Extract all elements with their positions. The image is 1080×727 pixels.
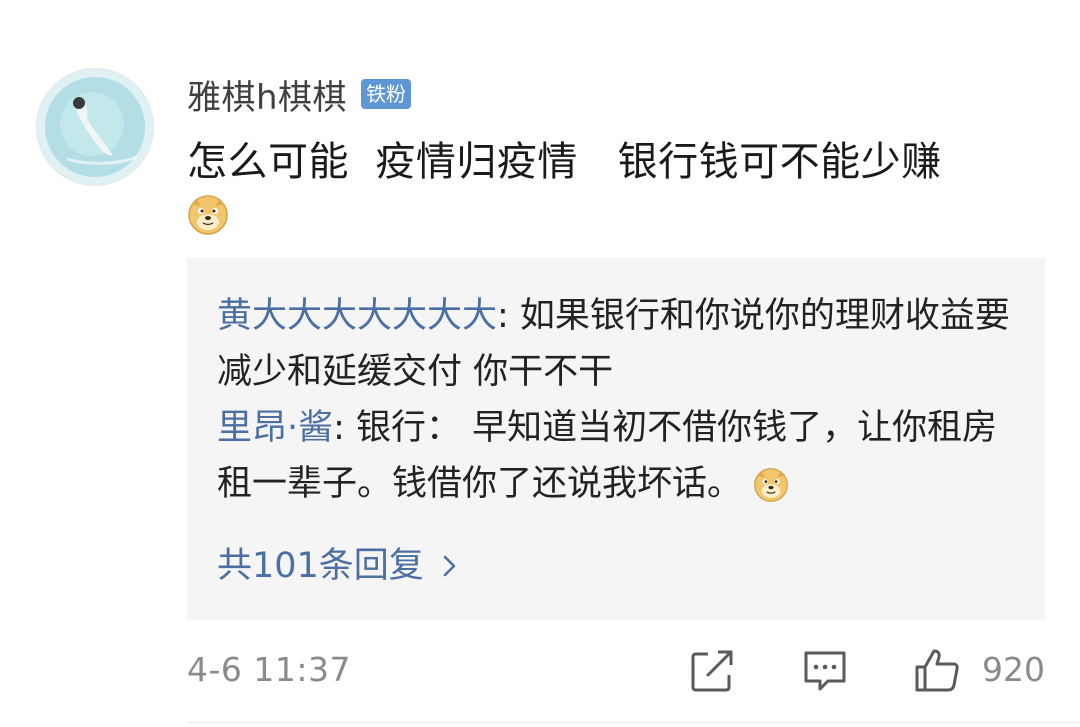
doge-icon (188, 195, 228, 235)
avatar-image (37, 69, 153, 185)
chevron-right-icon (443, 555, 456, 577)
reply-author[interactable]: 黄大大大大大大大 (217, 296, 497, 336)
reply-item[interactable]: 黄大大大大大大大: 如果银行和你说你的理财收益要减少和延缓交付 你干不干 (217, 288, 1017, 400)
comment-text: 怎么可能 疫情归疫情 银行钱可不能少赚 (187, 139, 942, 185)
comment-icon[interactable] (800, 645, 850, 695)
avatar[interactable] (36, 68, 154, 186)
reply-box[interactable]: 黄大大大大大大大: 如果银行和你说你的理财收益要减少和延缓交付 你干不干 里昂·… (187, 258, 1045, 620)
fan-badge: 铁粉 (361, 79, 412, 109)
comment-page: 雅棋h棋棋 铁粉 怎么可能 疫情归疫情 银行钱可不能少赚 黄大大大大大大大: 如… (0, 0, 1080, 727)
thumbs-up-icon[interactable] (912, 645, 962, 695)
share-icon[interactable] (688, 645, 738, 695)
like-count: 920 (982, 650, 1045, 689)
divider (187, 722, 1080, 723)
comment-header: 雅棋h棋棋 铁粉 (187, 68, 412, 120)
username[interactable]: 雅棋h棋棋 (187, 70, 347, 119)
reply-text: : 银行： 早知道当初不借你钱了，让你租房租一辈子。钱借你了还说我坏话。 (217, 408, 998, 504)
reply-author[interactable]: 里昂·酱 (217, 408, 333, 448)
doge-icon (754, 468, 789, 502)
more-replies-label: 共101条回复 (217, 546, 424, 586)
reply-item[interactable]: 里昂·酱: 银行： 早知道当初不借你钱了，让你租房租一辈子。钱借你了还说我坏话。 (217, 400, 1017, 512)
comment-time: 4-6 11:37 (187, 650, 351, 689)
more-replies-link[interactable]: 共101条回复 (217, 538, 458, 594)
